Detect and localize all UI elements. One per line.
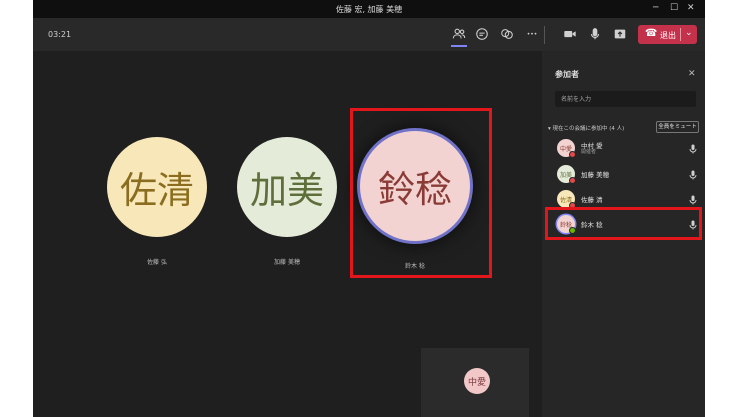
search-input[interactable] — [561, 94, 689, 104]
participants-panel: 参加者 ✕ ▾ 現在この会議に参加中 (4 人) 全員をミュート 中愛 中村 愛… — [542, 51, 705, 417]
toolbar-divider — [544, 26, 545, 44]
participant-name: 佐藤 清 — [581, 196, 603, 204]
tile-name: 加藤 美穂 — [274, 259, 300, 266]
camera-icon[interactable] — [561, 25, 579, 43]
phone-hangup-icon: ☎ — [645, 28, 658, 39]
more-icon[interactable]: ••• — [523, 25, 541, 43]
people-tab-indicator — [451, 45, 467, 47]
mic-icon[interactable] — [689, 144, 697, 154]
reactions-icon[interactable] — [498, 25, 516, 43]
mic-icon[interactable] — [689, 195, 697, 205]
panel-title: 参加者 — [555, 70, 579, 79]
mute-all-button[interactable]: 全員をミュート — [656, 121, 699, 133]
avatar: 中愛 — [464, 368, 490, 394]
participant-role: 開催者 — [581, 149, 597, 155]
in-meeting-section-header[interactable]: ▾ 現在この会議に参加中 (4 人) — [548, 124, 624, 132]
participant-row-kato[interactable]: 加美 加藤 美穂 — [542, 162, 705, 188]
video-stage: 佐清 佐藤 弘 加美 加藤 美穂 鈴稔 鈴木 稔 中愛 — [33, 51, 542, 417]
chat-icon[interactable] — [473, 25, 491, 43]
speaker-highlight-box — [350, 108, 492, 278]
participant-row-nakamura[interactable]: 中愛 中村 愛 開催者 — [542, 136, 705, 162]
tile-name: 佐藤 弘 — [147, 259, 167, 266]
status-indicator — [569, 151, 576, 158]
status-indicator — [569, 177, 576, 184]
maximize-button[interactable]: ☐ — [670, 3, 678, 13]
minimize-button[interactable]: ─ — [653, 3, 658, 13]
call-timer: 03:21 — [48, 30, 72, 39]
title-bar: 佐藤 宏, 加藤 美穂 ─ ☐ ✕ — [33, 0, 705, 18]
people-icon[interactable] — [450, 25, 468, 43]
meeting-toolbar: 03:21 ••• ☎ 退出 ⌄ — [33, 18, 705, 51]
mic-icon[interactable] — [586, 25, 604, 43]
teams-window: 佐藤 宏, 加藤 美穂 ─ ☐ ✕ 03:21 ••• ☎ 退出 ⌄ 佐清 佐藤… — [33, 0, 705, 417]
participant-highlight-box — [545, 207, 702, 240]
avatar: 加美 — [237, 137, 337, 237]
leave-button[interactable]: ☎ 退出 ⌄ — [638, 25, 697, 44]
chevron-down-icon[interactable]: ⌄ — [685, 28, 693, 38]
participant-name: 加藤 美穂 — [581, 171, 610, 179]
self-view-tile[interactable]: 中愛 — [421, 348, 529, 417]
avatar: 佐清 — [107, 137, 207, 237]
close-window-button[interactable]: ✕ — [687, 3, 695, 13]
participant-search[interactable] — [555, 91, 696, 107]
mic-icon[interactable] — [689, 170, 697, 180]
close-icon[interactable]: ✕ — [688, 69, 696, 79]
window-title: 佐藤 宏, 加藤 美穂 — [335, 5, 403, 14]
leave-divider — [680, 28, 681, 41]
share-icon[interactable] — [611, 25, 629, 43]
leave-label: 退出 — [660, 31, 676, 40]
